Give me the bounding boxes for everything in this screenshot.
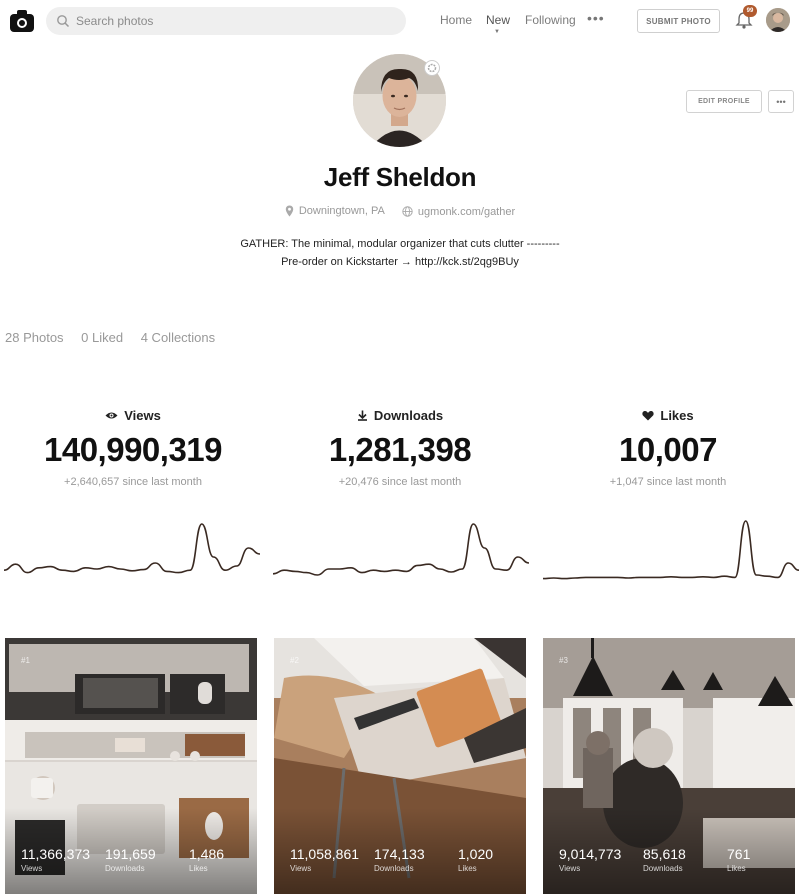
photo-likes-caption: Likes — [458, 864, 477, 873]
tab-liked[interactable]: 0 Liked — [81, 330, 123, 345]
website[interactable]: ugmonk.com/gather — [402, 206, 515, 218]
stat-likes-change: +1,047 since last month — [609, 476, 727, 488]
location: Downingtown, PA — [285, 205, 385, 217]
photo-rank: #3 — [559, 656, 568, 665]
stat-downloads-value: 1,281,398 — [328, 431, 472, 468]
photo-downloads-caption: Downloads — [105, 864, 145, 873]
nav-following[interactable]: Following — [525, 13, 576, 27]
submit-photo-button[interactable]: SUBMIT PHOTO — [637, 9, 720, 33]
stat-views: Views 140,990,319 +2,640,657 since last … — [0, 405, 268, 489]
stat-views-value: 140,990,319 — [43, 431, 223, 468]
search-bar[interactable] — [46, 7, 406, 35]
nav-new[interactable]: New — [486, 13, 510, 27]
photo-downloads-count: 191,659 — [105, 846, 156, 862]
photo-views-count: 9,014,773 — [559, 846, 622, 862]
bio-line-2[interactable]: Pre-order on Kickstarter → http://kck.st… — [150, 253, 650, 271]
views-sparkline — [4, 523, 260, 574]
eye-icon — [105, 412, 118, 418]
notification-badge: 99 — [743, 5, 757, 17]
photo-likes-caption: Likes — [189, 864, 208, 873]
photo-downloads: 174,133 Downloads — [374, 846, 425, 873]
tab-collections[interactable]: 4 Collections — [141, 330, 215, 345]
photo-card-2[interactable]: #2 11,058,861 Views 174,133 Downloads 1,… — [274, 638, 526, 894]
photo-downloads-count: 174,133 — [374, 846, 425, 862]
stat-likes-value: 10,007 — [619, 431, 717, 468]
profile-name: Jeff Sheldon — [323, 162, 477, 192]
photo-rank: #2 — [290, 656, 299, 665]
download-icon — [357, 410, 367, 421]
location-pin-icon — [285, 205, 294, 217]
photo-likes: 761 Likes — [727, 846, 750, 873]
photo-card-3[interactable]: #3 9,014,773 Views 85,618 Downloads 761 … — [543, 638, 795, 894]
stat-views-label: Views — [124, 407, 161, 423]
stat-views-change: +2,640,657 since last month — [64, 476, 202, 488]
bio-line-1: GATHER: The minimal, modular organizer t… — [240, 238, 560, 250]
camera-logo-icon[interactable] — [9, 9, 35, 33]
photo-likes-count: 761 — [727, 846, 751, 862]
sparkline-path — [273, 523, 529, 576]
profile-bio: GATHER: The minimal, modular organizer t… — [150, 235, 650, 271]
globe-icon — [402, 206, 413, 217]
nav-home[interactable]: Home — [440, 13, 472, 27]
photo-views-caption: Views — [559, 864, 581, 873]
photo-views-caption: Views — [290, 864, 312, 873]
stat-label: Likes — [533, 405, 800, 425]
profile-tabs: 28 Photos 0 Liked 4 Collections — [5, 330, 229, 345]
photo-views: 9,014,773 Views — [559, 846, 621, 873]
photo-card-1[interactable]: #1 11,366,373 Views 191,659 Downloads 1,… — [5, 638, 257, 894]
stat-label: Downloads — [265, 405, 535, 425]
profile-options-button[interactable]: ••• — [768, 90, 794, 113]
downloads-sparkline — [273, 523, 529, 576]
photo-downloads: 85,618 Downloads — [643, 846, 686, 873]
sparkline-path — [543, 520, 799, 580]
search-icon — [57, 15, 70, 28]
photo-downloads-caption: Downloads — [374, 864, 414, 873]
photo-views-caption: Views — [21, 864, 43, 873]
stat-label: Views — [0, 405, 268, 425]
edit-profile-button[interactable]: EDIT PROFILE — [686, 90, 762, 113]
heart-icon — [642, 410, 654, 420]
stat-downloads-label: Downloads — [373, 407, 444, 423]
photo-likes-count: 1,486 — [189, 846, 225, 862]
photo-views-count: 11,366,373 — [21, 846, 91, 862]
user-avatar[interactable] — [766, 8, 790, 32]
photo-likes-caption: Likes — [727, 864, 746, 873]
photo-views: 11,058,861 Views — [290, 846, 359, 873]
website-link[interactable]: ugmonk.com/gather — [418, 206, 515, 218]
location-text: Downingtown, PA — [298, 205, 385, 217]
stat-downloads: Downloads 1,281,398 +20,476 since last m… — [265, 405, 535, 489]
top-navigation: Home New ▼ Following ••• SUBMIT PHOTO 99 — [0, 0, 800, 44]
stat-likes-label: Likes — [660, 407, 694, 423]
active-indicator: ▼ — [494, 29, 500, 35]
avatar-settings-icon[interactable] — [424, 60, 440, 76]
tab-photos[interactable]: 28 Photos — [5, 330, 64, 345]
stat-downloads-change: +20,476 since last month — [338, 476, 462, 488]
photo-downloads-caption: Downloads — [643, 864, 683, 873]
profile-meta: Downingtown, PA ugmonk.com/gather — [0, 205, 800, 220]
photo-downloads-count: 85,618 — [643, 846, 686, 862]
photo-rank: #1 — [21, 656, 30, 665]
photo-downloads: 191,659 Downloads — [105, 846, 156, 873]
stat-likes: Likes 10,007 +1,047 since last month — [533, 405, 800, 489]
photo-likes: 1,020 Likes — [458, 846, 493, 873]
photo-views-count: 11,058,861 — [290, 846, 360, 862]
likes-sparkline — [543, 520, 799, 580]
sparkline-path — [4, 523, 260, 574]
photo-likes-count: 1,020 — [458, 846, 494, 862]
photo-views: 11,366,373 Views — [21, 846, 90, 873]
more-menu-button[interactable]: ••• — [587, 10, 605, 26]
photo-likes: 1,486 Likes — [189, 846, 224, 873]
search-input[interactable] — [76, 7, 396, 35]
